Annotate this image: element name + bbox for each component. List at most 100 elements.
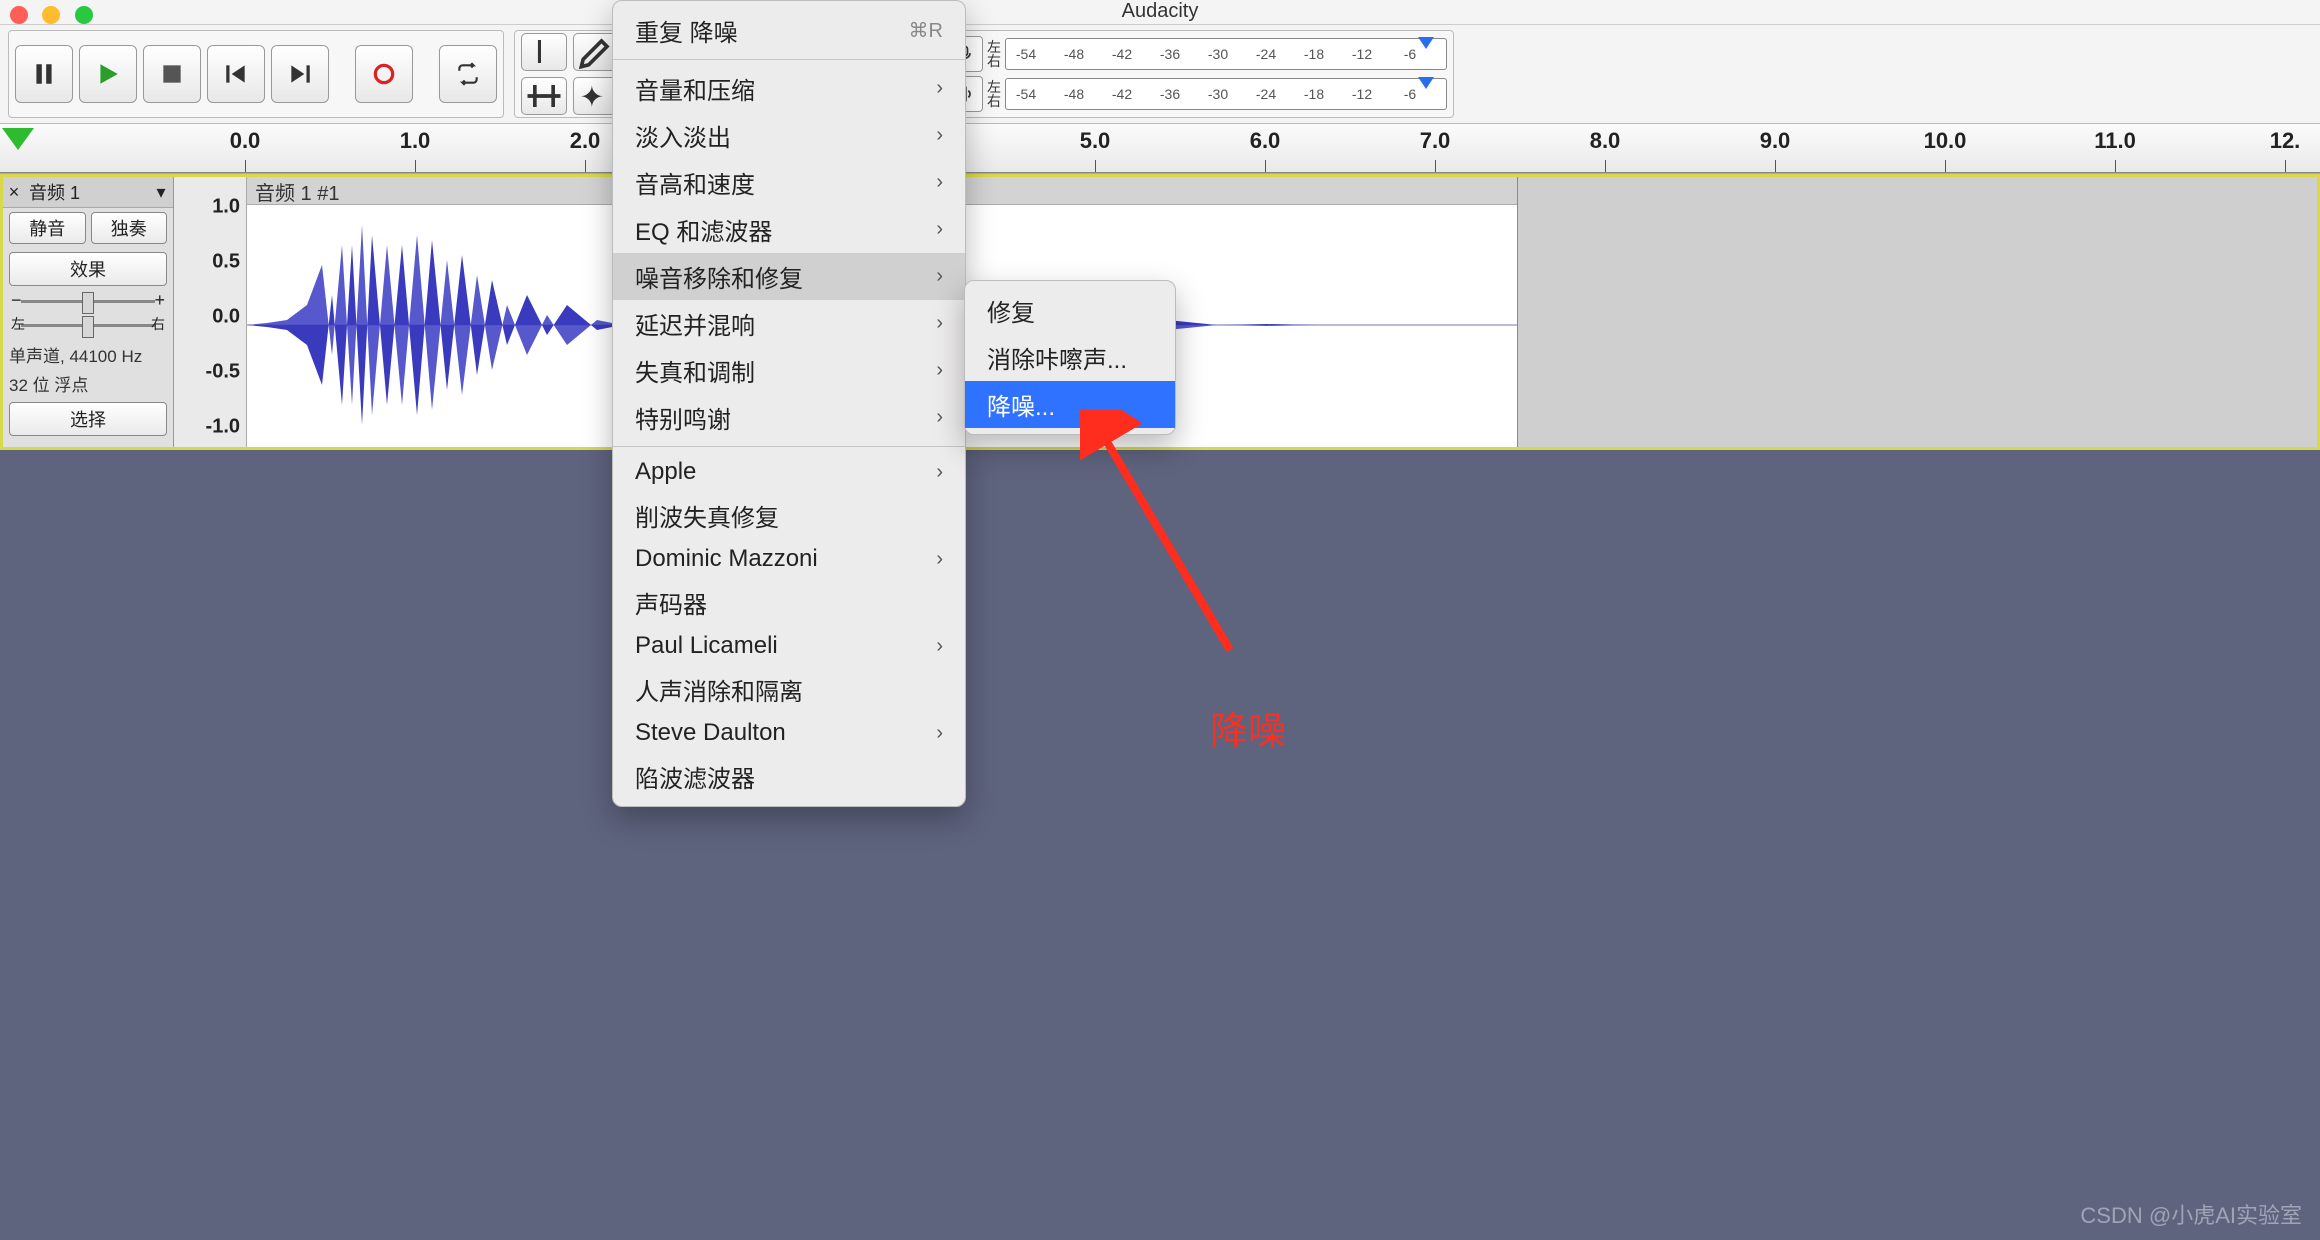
envelope-tool-button[interactable] bbox=[521, 77, 567, 115]
menu-item-label: 延迟并混响 bbox=[635, 306, 755, 341]
submenu-item[interactable]: 消除咔嚓声... bbox=[965, 334, 1175, 381]
menu-item-label: 失真和调制 bbox=[635, 353, 755, 388]
menu-item[interactable]: 声码器 bbox=[613, 579, 965, 626]
amp-label: -1.0 bbox=[206, 416, 240, 439]
menu-item[interactable]: 陷波滤波器 bbox=[613, 753, 965, 800]
chevron-right-icon: › bbox=[936, 722, 943, 745]
effects-button[interactable]: 效果 bbox=[9, 252, 167, 286]
record-button[interactable] bbox=[355, 45, 413, 103]
skip-end-button[interactable] bbox=[271, 45, 329, 103]
pan-slider[interactable]: 左右 bbox=[11, 316, 165, 334]
meter-tick: -24 bbox=[1256, 46, 1276, 62]
play-button[interactable] bbox=[79, 45, 137, 103]
ruler-tick: 8.0 bbox=[1590, 128, 1621, 154]
menu-item[interactable]: 音量和压缩› bbox=[613, 65, 965, 112]
meter-tick: -36 bbox=[1160, 86, 1180, 102]
menu-item-label: 削波失真修复 bbox=[635, 498, 779, 533]
meter-tick: -12 bbox=[1352, 46, 1372, 62]
zoom-icon[interactable] bbox=[75, 6, 93, 24]
menu-item-label: 特别鸣谢 bbox=[635, 400, 731, 435]
solo-button[interactable]: 独奏 bbox=[91, 212, 168, 244]
ruler-tick: 2.0 bbox=[570, 128, 601, 154]
track-menu-button[interactable]: ▾ bbox=[149, 182, 173, 203]
waveform-empty-region bbox=[1517, 177, 2317, 447]
menu-item-label: Dominic Mazzoni bbox=[635, 545, 818, 573]
ruler-tick: 5.0 bbox=[1080, 128, 1111, 154]
recording-meter[interactable]: -54-48-42-36-30-24-18-12-6 bbox=[1005, 38, 1447, 70]
menu-item[interactable]: Apple › bbox=[613, 452, 965, 492]
menu-item[interactable]: EQ 和滤波器 › bbox=[613, 206, 965, 253]
chevron-right-icon: › bbox=[936, 218, 943, 241]
selection-tool-button[interactable]: I bbox=[521, 33, 567, 71]
rec-lr-label: 左 右 bbox=[987, 40, 1001, 68]
menu-item[interactable]: 失真和调制› bbox=[613, 347, 965, 394]
menu-item-label: 声码器 bbox=[635, 585, 707, 620]
meter-tick: -48 bbox=[1064, 46, 1084, 62]
track-close-button[interactable]: × bbox=[3, 182, 25, 203]
ruler-tick: 11.0 bbox=[2094, 128, 2136, 154]
menu-item[interactable]: 削波失真修复 bbox=[613, 492, 965, 539]
track-format-2: 32 位 浮点 bbox=[3, 369, 173, 398]
menu-item-label: Apple bbox=[635, 458, 696, 486]
menu-item[interactable]: 人声消除和隔离 bbox=[613, 666, 965, 713]
submenu-item[interactable]: 修复 bbox=[965, 287, 1175, 334]
menu-item[interactable]: 重复 降噪⌘R bbox=[613, 7, 965, 54]
close-icon[interactable] bbox=[10, 6, 28, 24]
meter-tick: -6 bbox=[1404, 86, 1416, 102]
stop-button[interactable] bbox=[143, 45, 201, 103]
effects-context-menu[interactable]: 重复 降噪⌘R 音量和压缩› 淡入淡出 › 音高和速度 › EQ 和滤波器 › 噪音移除和修复›… bbox=[612, 0, 966, 807]
amp-label: -0.5 bbox=[206, 361, 240, 384]
menu-item-label: 音高和速度 bbox=[635, 165, 755, 200]
meter-tick: -18 bbox=[1304, 46, 1324, 62]
minimize-icon[interactable] bbox=[42, 6, 60, 24]
ruler-tick: 7.0 bbox=[1420, 128, 1451, 154]
menu-item[interactable]: 淡入淡出 › bbox=[613, 112, 965, 159]
chevron-right-icon: › bbox=[936, 461, 943, 484]
menu-shortcut: ⌘R bbox=[909, 18, 943, 43]
meter-marker-icon bbox=[1418, 37, 1434, 49]
main-toolbar: I ✦ 音频设置 分享音频 bbox=[0, 24, 2320, 123]
meter-tick: -12 bbox=[1352, 86, 1372, 102]
menu-item[interactable]: Paul Licameli› bbox=[613, 626, 965, 666]
ruler-tick: 12. bbox=[2270, 128, 2301, 154]
menu-item[interactable]: Dominic Mazzoni › bbox=[613, 539, 965, 579]
menu-item[interactable]: 音高和速度 › bbox=[613, 159, 965, 206]
meter-tick: -48 bbox=[1064, 86, 1084, 102]
gain-slider[interactable]: −+ bbox=[11, 292, 165, 310]
menu-item-label: 淡入淡出 bbox=[635, 118, 731, 153]
playback-meter[interactable]: -54-48-42-36-30-24-18-12-6 bbox=[1005, 78, 1447, 110]
ruler-tick: 10.0 bbox=[1924, 128, 1967, 154]
chevron-right-icon: › bbox=[936, 548, 943, 571]
pause-button[interactable] bbox=[15, 45, 73, 103]
menu-item[interactable]: 噪音移除和修复› bbox=[613, 253, 965, 300]
loop-button[interactable] bbox=[439, 45, 497, 103]
menu-item[interactable]: 特别鸣谢› bbox=[613, 394, 965, 441]
track-name[interactable]: 音频 1 bbox=[25, 179, 149, 205]
meter-tick: -42 bbox=[1112, 46, 1132, 62]
track-select-button[interactable]: 选择 bbox=[9, 402, 167, 436]
ruler-tick: 6.0 bbox=[1250, 128, 1281, 154]
menu-item[interactable]: 延迟并混响› bbox=[613, 300, 965, 347]
amplitude-scale: 1.00.50.0-0.5-1.0 bbox=[174, 177, 247, 447]
track-header: × 音频 1 ▾ bbox=[3, 177, 173, 208]
meter-tick: -18 bbox=[1304, 86, 1324, 102]
mute-button[interactable]: 静音 bbox=[9, 212, 86, 244]
playhead-icon[interactable] bbox=[2, 128, 34, 150]
amp-label: 1.0 bbox=[212, 196, 240, 219]
chevron-right-icon: › bbox=[936, 171, 943, 194]
timeline-ruler[interactable]: 0.01.02.03.04.05.06.07.08.09.010.011.012… bbox=[0, 123, 2320, 173]
meter-tick: -30 bbox=[1208, 46, 1228, 62]
track-format-1: 单声道, 44100 Hz bbox=[3, 340, 173, 369]
waveform-area[interactable]: 音频 1 #1 bbox=[247, 177, 2317, 447]
playback-meter-row: 左 右 -54-48-42-36-30-24-18-12-6 bbox=[947, 76, 1447, 112]
meter-tick: -24 bbox=[1256, 86, 1276, 102]
menu-item[interactable]: Steve Daulton› bbox=[613, 713, 965, 753]
menu-item-label: EQ 和滤波器 bbox=[635, 212, 772, 247]
amp-label: 0.5 bbox=[212, 251, 240, 274]
svg-text:✦: ✦ bbox=[580, 81, 605, 114]
skip-start-button[interactable] bbox=[207, 45, 265, 103]
ruler-tick: 0.0 bbox=[230, 128, 261, 154]
chevron-right-icon: › bbox=[936, 124, 943, 147]
submenu-item-label: 消除咔嚓声... bbox=[987, 340, 1127, 375]
recording-meter-row: 左 右 -54-48-42-36-30-24-18-12-6 bbox=[947, 36, 1447, 72]
